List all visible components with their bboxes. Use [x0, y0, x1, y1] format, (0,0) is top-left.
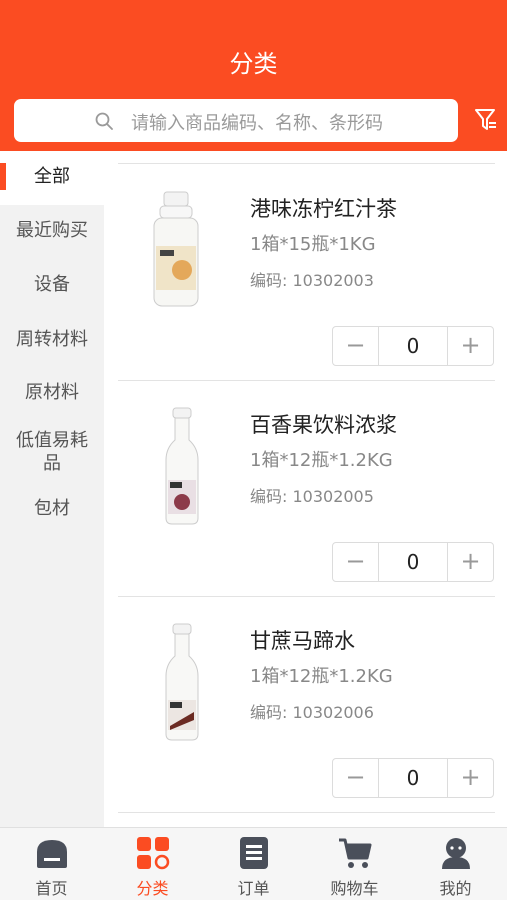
increase-button[interactable]: +: [447, 759, 493, 797]
search-icon: [95, 112, 113, 130]
product-spec: 1箱*12瓶*1.2KG: [250, 666, 393, 687]
product-image: [165, 407, 199, 525]
product-code: 编码: 10302005: [250, 487, 374, 506]
category-sidebar: 全部 最近购买 设备 周转材料 原材料 低值易耗品 包材: [0, 151, 104, 827]
sidebar-item-label: 最近购买: [16, 220, 88, 241]
product-spec: 1箱*12瓶*1.2KG: [250, 450, 393, 471]
product-image: [153, 191, 199, 307]
sidebar-item-raw[interactable]: 原材料: [0, 381, 104, 404]
tab-home[interactable]: 首页: [1, 828, 102, 901]
profile-icon: [442, 838, 470, 869]
active-indicator: [0, 163, 6, 190]
quantity-value[interactable]: 0: [379, 759, 447, 797]
increase-button[interactable]: +: [447, 543, 493, 581]
product-code: 编码: 10302003: [250, 271, 374, 290]
order-icon: [240, 837, 268, 869]
increase-button[interactable]: +: [447, 327, 493, 365]
filter-icon[interactable]: [474, 107, 498, 133]
sidebar-item-label: 原材料: [25, 382, 79, 403]
decrease-button[interactable]: −: [333, 327, 379, 365]
tab-orders[interactable]: 订单: [203, 828, 304, 901]
quantity-stepper: − 0 +: [332, 326, 494, 366]
sidebar-item-turnover[interactable]: 周转材料: [0, 328, 104, 351]
product-name: 港味冻柠红汁茶: [250, 197, 397, 221]
decrease-button[interactable]: −: [333, 543, 379, 581]
app-header: 分类 请输入商品编码、名称、条形码: [0, 0, 507, 151]
tab-profile[interactable]: 我的: [405, 828, 506, 901]
tab-label: 我的: [439, 879, 472, 898]
sidebar-item-consumables[interactable]: 低值易耗品: [0, 429, 104, 475]
search-placeholder: 请输入商品编码、名称、条形码: [131, 113, 383, 134]
divider: [118, 812, 495, 813]
sidebar-item-recent[interactable]: 最近购买: [0, 219, 104, 242]
tab-label: 分类: [136, 879, 169, 898]
quantity-value[interactable]: 0: [379, 543, 447, 581]
sidebar-item-label: 低值易耗品: [16, 430, 88, 474]
product-card[interactable]: 港味冻柠红汁茶 1箱*15瓶*1KG 编码: 10302003 − 0 +: [104, 164, 507, 380]
tab-label: 首页: [35, 879, 68, 898]
tab-label: 购物车: [330, 879, 379, 898]
sidebar-item-packaging[interactable]: 包材: [0, 497, 104, 520]
home-icon: [37, 840, 67, 868]
product-list: 港味冻柠红汁茶 1箱*15瓶*1KG 编码: 10302003 − 0 + 百香…: [104, 151, 507, 827]
sidebar-item-label: 周转材料: [16, 329, 88, 350]
quantity-stepper: − 0 +: [332, 542, 494, 582]
decrease-button[interactable]: −: [333, 759, 379, 797]
search-bar[interactable]: 请输入商品编码、名称、条形码: [14, 99, 458, 142]
product-name: 百香果饮料浓浆: [250, 413, 397, 437]
sidebar-item-label: 设备: [34, 274, 70, 295]
page-title: 分类: [229, 50, 278, 78]
product-image: [165, 623, 199, 741]
product-name: 甘蔗马蹄水: [250, 629, 355, 653]
tab-cart[interactable]: 购物车: [304, 828, 405, 901]
cart-icon: [339, 838, 372, 868]
tab-label: 订单: [237, 879, 270, 898]
tab-category[interactable]: 分类: [102, 828, 203, 901]
quantity-stepper: − 0 +: [332, 758, 494, 798]
sidebar-item-label: 包材: [34, 498, 70, 519]
category-icon: [137, 837, 170, 870]
product-card[interactable]: 百香果饮料浓浆 1箱*12瓶*1.2KG 编码: 10302005 − 0 +: [104, 380, 507, 596]
product-card[interactable]: 甘蔗马蹄水 1箱*12瓶*1.2KG 编码: 10302006 − 0 +: [104, 596, 507, 812]
sidebar-item-label: 全部: [34, 166, 70, 187]
sidebar-item-equipment[interactable]: 设备: [0, 273, 104, 296]
bottom-tab-bar: 首页 分类 订单 购物车 我的: [0, 827, 507, 900]
product-code: 编码: 10302006: [250, 703, 374, 722]
product-spec: 1箱*15瓶*1KG: [250, 234, 376, 255]
quantity-value[interactable]: 0: [379, 327, 447, 365]
sidebar-item-all[interactable]: 全部: [0, 151, 104, 205]
